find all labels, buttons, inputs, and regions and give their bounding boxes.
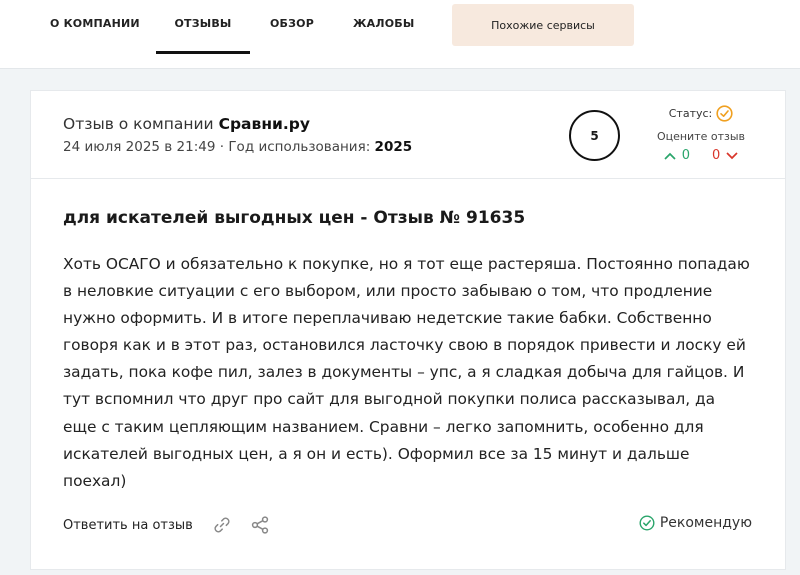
recommend-label: Рекомендую [659,515,752,531]
rate-prompt: Оцените отзыв [656,130,746,143]
tab-about-company[interactable]: О компании [50,0,140,54]
recommend-badge: Рекомендую [639,515,752,531]
status-block: Статус: Оцените отзыв 0 0 [641,105,761,163]
vote-controls: 0 0 [641,148,761,163]
rating-badge: 5 [569,110,620,161]
link-icon[interactable] [211,514,233,536]
share-icon[interactable] [249,514,271,536]
review-header: Отзыв о компании Сравни.ру 24 июля 2025 … [31,91,785,179]
tab-overview[interactable]: Обзор [270,0,314,54]
review-title: для искателей выгодных цен - Отзыв № 916… [63,208,526,228]
vote-down-button[interactable]: 0 [712,148,738,163]
status-check-icon [716,105,733,122]
vote-down-count: 0 [712,148,721,163]
top-navigation: О компании Отзывы Обзор Жалобы Похожие с… [0,0,800,69]
rating-value: 5 [590,128,599,143]
date-separator: · [215,139,229,155]
company-prefix: Отзыв о компании [63,115,214,133]
review-date: 24 июля 2025 в 21:49 [63,139,216,155]
status-line: Статус: [641,105,761,122]
chevron-down-icon [726,151,738,159]
reply-link[interactable]: Ответить на отзыв [63,518,193,533]
usage-label: Год использования: [228,139,371,155]
vote-up-button[interactable]: 0 [664,148,690,163]
company-name-link[interactable]: Сравни.ру [219,115,310,133]
status-label: Статус: [668,107,713,120]
usage-year: 2025 [374,139,413,155]
recommend-check-icon [639,515,655,531]
date-line: 24 июля 2025 в 21:49 · Год использования… [63,139,412,155]
similar-services-button[interactable]: Похожие сервисы [452,4,634,46]
tab-complaints[interactable]: Жалобы [353,0,414,54]
review-body: Хоть ОСАГО и обязательно к покупке, но я… [63,255,750,490]
review-card: Отзыв о компании Сравни.ру 24 июля 2025 … [30,90,786,570]
vote-up-count: 0 [681,148,690,163]
tab-reviews[interactable]: Отзывы [156,0,250,54]
review-actions: Ответить на отзыв [63,514,287,536]
chevron-up-icon [664,152,676,160]
company-line: Отзыв о компании Сравни.ру [63,115,310,133]
